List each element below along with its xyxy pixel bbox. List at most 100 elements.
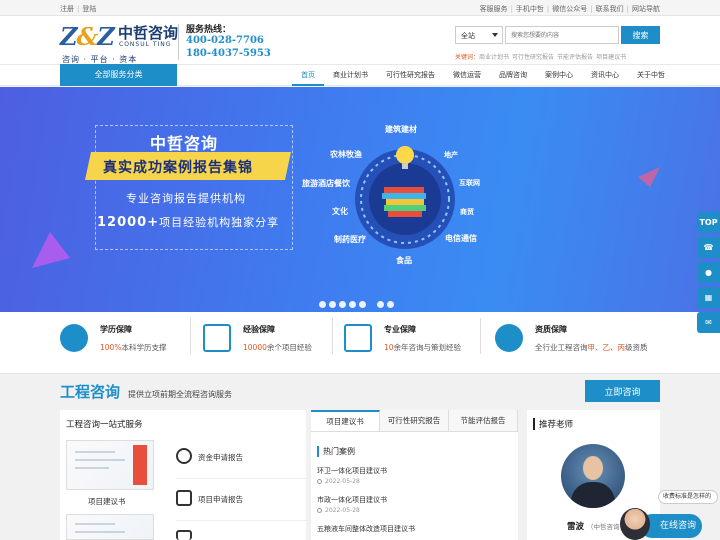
hotline-label: 服务热线： xyxy=(186,25,232,35)
keyword-link[interactable]: 节能评估报告 xyxy=(557,54,593,61)
report-tabs: 项目建议书 可行性研究报告 节能评估报告 xyxy=(311,410,518,432)
logo-name: 中哲咨询 xyxy=(118,24,179,42)
nav-item-business-plan[interactable]: 商业计划书 xyxy=(324,65,377,86)
carousel-dot[interactable] xyxy=(377,301,384,308)
qq-icon[interactable]: ● xyxy=(697,262,720,283)
nav-item-feasibility[interactable]: 可行性研究报告 xyxy=(377,65,444,86)
hot-cases-panel: 热门案例 环卫一体化项目建议书 2022-05-28 市政一体化项目建议书 20… xyxy=(311,432,518,540)
chat-prompt-bubble[interactable]: 收费标准是怎样的 xyxy=(658,490,718,504)
service-project-application[interactable]: 项目申请报告 xyxy=(198,494,243,505)
main-nav: 全部服务分类 首页 商业计划书 可行性研究报告 微信运营 品牌咨询 案例中心 资… xyxy=(0,64,720,86)
register-link[interactable]: 注册 xyxy=(60,5,74,13)
hero-banner[interactable]: 中哲咨询 真实成功案例报告集锦 专业咨询报告提供机构 12000+项目经验机构独… xyxy=(0,87,720,312)
book-icon xyxy=(382,193,426,199)
thumbnail-label[interactable]: 项目建议书 xyxy=(88,496,126,507)
service-fund-application[interactable]: 资金申请报告 xyxy=(198,452,243,463)
wechat-link[interactable]: 微信公众号 xyxy=(552,5,587,13)
screen-icon xyxy=(203,324,231,352)
carousel-dots xyxy=(319,301,394,308)
industry-label: 文化 xyxy=(332,207,348,216)
consult-now-button[interactable]: 立即咨询 xyxy=(585,380,660,402)
hot-cases-heading: 热门案例 xyxy=(317,446,355,457)
search-input[interactable] xyxy=(505,26,619,44)
nav-item-about[interactable]: 关于中哲 xyxy=(628,65,674,86)
book-icon xyxy=(388,211,422,217)
qr-code-icon[interactable]: ▦ xyxy=(697,287,720,308)
keyword-link[interactable]: 可行性研究报告 xyxy=(512,54,554,61)
chevron-down-icon xyxy=(492,33,498,37)
guarantees-strip: 学历保障 100%本科学历支撑 经验保障 10000余个项目经验 专业保障 10… xyxy=(0,312,720,374)
tab-energy-assessment[interactable]: 节能评估报告 xyxy=(449,410,518,431)
logo-mark[interactable]: Z&Z xyxy=(60,22,115,51)
all-services-button[interactable]: 全部服务分类 xyxy=(60,64,177,86)
mobile-link[interactable]: 手机中哲 xyxy=(516,5,544,13)
carousel-dot[interactable] xyxy=(387,301,394,308)
sitemap-link[interactable]: 网站导航 xyxy=(632,5,660,13)
clock-icon xyxy=(317,479,322,484)
nav-items: 首页 商业计划书 可行性研究报告 微信运营 品牌咨询 案例中心 资讯中心 关于中… xyxy=(292,65,674,87)
keyword-link[interactable]: 商业计划书 xyxy=(479,54,509,61)
nav-item-brand[interactable]: 品牌咨询 xyxy=(490,65,536,86)
medal-icon xyxy=(495,324,523,352)
industry-label: 电信通信 xyxy=(445,234,477,243)
case-date: 2022-05-28 xyxy=(317,507,360,514)
top-bar: 注册 | 登陆 客服服务 | 手机中哲 | 微信公众号 | 联系我们 | 网站导航 xyxy=(0,0,720,16)
report-icon xyxy=(176,530,192,540)
keywords-label: 关键词： xyxy=(455,54,480,61)
carousel-dot[interactable] xyxy=(359,301,366,308)
case-link[interactable]: 市政一体化项目建议书 xyxy=(317,495,387,505)
phone-icon[interactable]: ☎ xyxy=(697,237,720,258)
triangle-decoration xyxy=(638,167,660,187)
book-icon xyxy=(384,187,424,193)
industry-label: 旅游酒店餐饮 xyxy=(302,179,350,188)
search-button[interactable]: 搜索 xyxy=(621,26,660,44)
nav-item-wechat[interactable]: 微信运营 xyxy=(444,65,490,86)
divider xyxy=(178,24,179,60)
carousel-dot[interactable] xyxy=(319,301,326,308)
search-scope-select[interactable]: 全站 xyxy=(455,26,503,44)
banner-subtitle: 专业咨询报告提供机构 xyxy=(126,192,246,205)
back-to-top-button[interactable]: TOP xyxy=(697,212,720,233)
case-date: 2022-05-28 xyxy=(317,478,360,485)
tab-project-proposal[interactable]: 项目建议书 xyxy=(311,410,380,431)
side-toolbar: TOP ☎ ● ▦ ✉ xyxy=(697,212,720,337)
agent-avatar[interactable] xyxy=(620,508,650,540)
nav-item-home[interactable]: 首页 xyxy=(292,65,324,86)
report-thumbnail[interactable] xyxy=(66,514,154,540)
divider xyxy=(332,318,333,354)
report-thumbnail[interactable] xyxy=(66,440,154,490)
graduation-cap-icon xyxy=(60,324,88,352)
one-stop-service-card: 工程咨询一站式服务 项目建议书 资金申请报告 项目申请报告 xyxy=(60,410,362,540)
industry-label: 地产 xyxy=(444,151,458,159)
contact-link[interactable]: 联系我们 xyxy=(596,5,624,13)
divider: | xyxy=(626,5,629,13)
nav-item-news[interactable]: 资讯中心 xyxy=(582,65,628,86)
divider: | xyxy=(510,5,513,13)
coin-icon xyxy=(176,448,192,464)
card-title: 工程咨询一站式服务 xyxy=(66,420,143,430)
search-keywords: 关键词：商业计划书 可行性研究报告 节能评估报告 项目建议书 xyxy=(455,52,629,61)
tab-feasibility-report[interactable]: 可行性研究报告 xyxy=(380,410,449,431)
keyword-link[interactable]: 项目建议书 xyxy=(596,54,626,61)
carousel-dot[interactable] xyxy=(349,301,356,308)
customer-service-link[interactable]: 客服服务 xyxy=(480,5,508,13)
industry-label: 食品 xyxy=(396,256,412,265)
carousel-dot[interactable] xyxy=(339,301,346,308)
hotline-phone-1: 400-028-7706 xyxy=(186,35,264,46)
divider: | xyxy=(590,5,593,13)
carousel-dot[interactable] xyxy=(329,301,336,308)
case-link[interactable]: 五粮液车间整体改造项目建议书 xyxy=(317,524,415,534)
nav-item-cases[interactable]: 案例中心 xyxy=(536,65,582,86)
case-link[interactable]: 环卫一体化项目建议书 xyxy=(317,466,387,476)
message-icon[interactable]: ✉ xyxy=(697,312,720,333)
login-link[interactable]: 登陆 xyxy=(82,5,96,13)
divider: | xyxy=(546,5,550,13)
lightbulb-icon xyxy=(396,146,414,164)
report-icon xyxy=(176,490,192,506)
book-icon xyxy=(384,205,426,211)
account-links: 注册 | 登陆 xyxy=(60,4,96,14)
feature-education: 学历保障 100%本科学历支撑 xyxy=(60,320,200,366)
divider xyxy=(190,318,191,354)
teacher-avatar[interactable] xyxy=(561,444,625,508)
feature-experience: 经验保障 10000余个项目经验 xyxy=(203,320,343,366)
